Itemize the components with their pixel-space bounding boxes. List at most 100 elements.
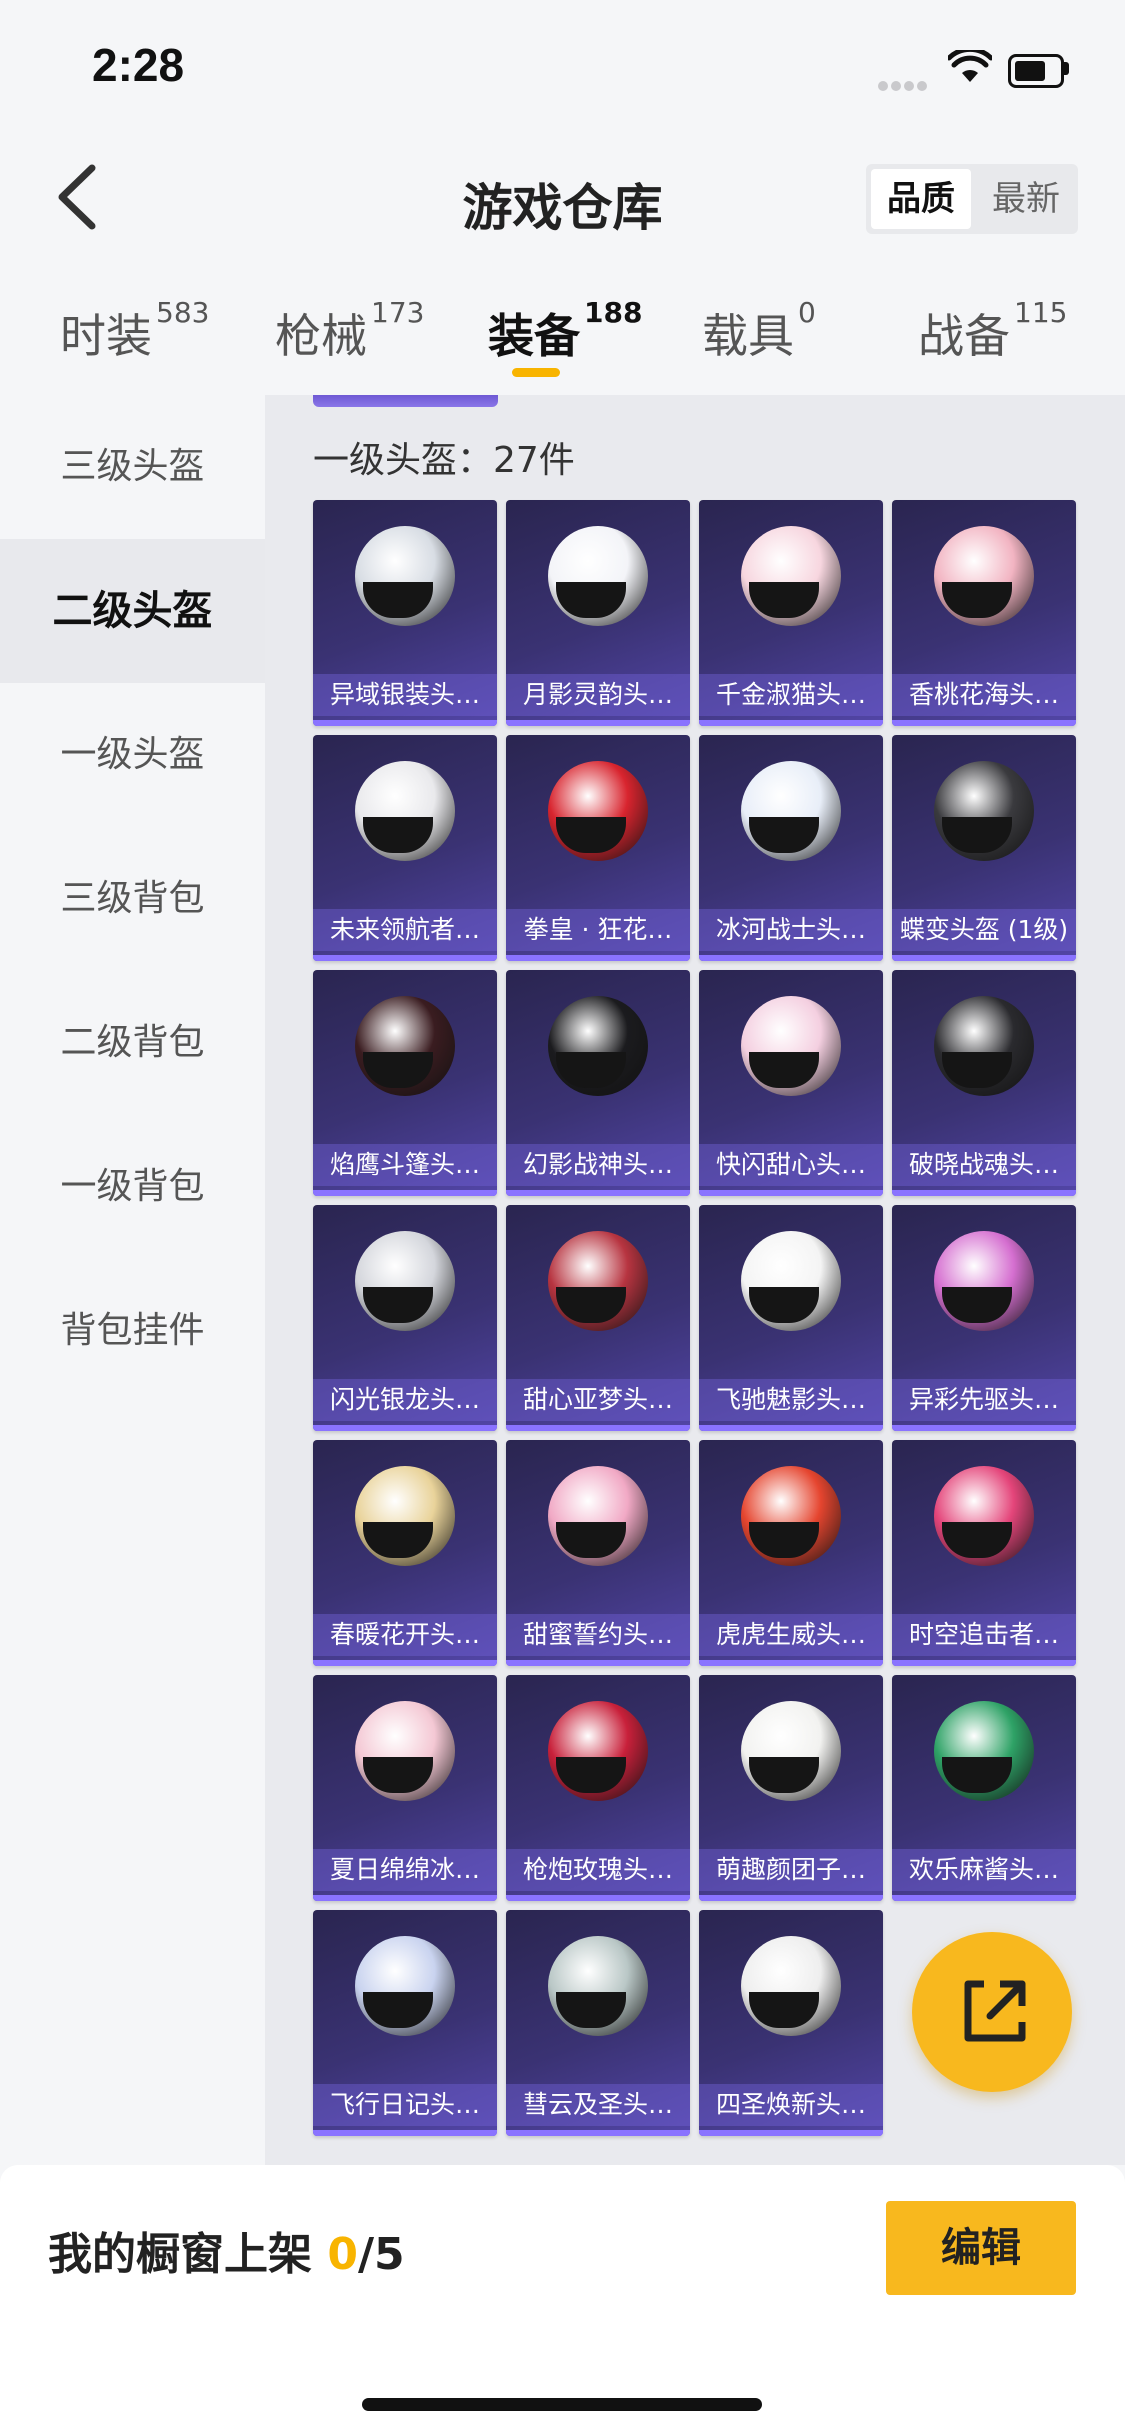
helmet-item-card[interactable]: 未来领航者… bbox=[313, 735, 497, 961]
helmet-item-card[interactable]: 彗云及圣头… bbox=[506, 1910, 690, 2136]
tab-label: 枪械 bbox=[275, 309, 367, 363]
sidebar-item-level2-helmet[interactable]: 二级头盔 bbox=[0, 539, 265, 683]
item-name: 闪光银龙头… bbox=[313, 1379, 497, 1421]
tab-count: 0 bbox=[798, 296, 816, 329]
helmet-item-card[interactable]: 冰河战士头… bbox=[699, 735, 883, 961]
item-name: 萌趣颜团子… bbox=[699, 1849, 883, 1891]
item-name: 夏日绵绵冰… bbox=[313, 1849, 497, 1891]
item-name: 破晓战魂头… bbox=[892, 1144, 1076, 1186]
sidebar-item-level1-backpack[interactable]: 一级背包 bbox=[0, 1115, 265, 1259]
share-button[interactable] bbox=[912, 1932, 1072, 2092]
tab-count: 115 bbox=[1014, 296, 1068, 329]
item-name: 异域银装头… bbox=[313, 674, 497, 716]
item-grid-area: 一级头盔：27件 异域银装头… 月影灵韵头… 千金淑猫头… 香桃花海头… 未来领航者… 拳… bbox=[265, 395, 1125, 2165]
helmet-item-card[interactable]: 枪炮玫瑰头… bbox=[506, 1675, 690, 1901]
helmet-item-card[interactable]: 焰鹰斗篷头… bbox=[313, 970, 497, 1196]
tab-label: 战备 bbox=[918, 309, 1010, 363]
showcase-label: 我的橱窗上架 bbox=[48, 2229, 328, 2280]
helmet-item-card[interactable]: 异彩先驱头… bbox=[892, 1205, 1076, 1431]
tab-count: 188 bbox=[584, 296, 643, 329]
item-name: 飞驰魅影头… bbox=[699, 1379, 883, 1421]
showcase-current-count: 0 bbox=[327, 2229, 358, 2280]
tab-label: 载具 bbox=[702, 309, 794, 363]
tab-count: 583 bbox=[156, 296, 210, 329]
helmet-item-card[interactable]: 异域银装头… bbox=[313, 500, 497, 726]
showcase-shelf-status: 我的橱窗上架 0/5 bbox=[48, 2218, 405, 2282]
item-name: 香桃花海头… bbox=[892, 674, 1076, 716]
tab-label: 时装 bbox=[60, 309, 152, 363]
helmet-item-card[interactable]: 春暖花开头… bbox=[313, 1440, 497, 1666]
helmet-item-card[interactable]: 甜心亚梦头… bbox=[506, 1205, 690, 1431]
sidebar-item-level3-backpack[interactable]: 三级背包 bbox=[0, 827, 265, 971]
sort-latest-button[interactable]: 最新 bbox=[976, 169, 1076, 229]
item-name: 异彩先驱头… bbox=[892, 1379, 1076, 1421]
item-name: 拳皇 · 狂花… bbox=[506, 909, 690, 951]
helmet-item-card[interactable]: 香桃花海头… bbox=[892, 500, 1076, 726]
item-name: 彗云及圣头… bbox=[506, 2084, 690, 2126]
battery-tip bbox=[1064, 62, 1069, 75]
battery-icon bbox=[1008, 54, 1064, 88]
section-title: 一级头盔：27件 bbox=[313, 440, 575, 481]
item-name: 焰鹰斗篷头… bbox=[313, 1144, 497, 1186]
item-name: 幻影战神头… bbox=[506, 1144, 690, 1186]
tab-fashion[interactable]: 时装 583 bbox=[60, 296, 209, 366]
edit-button[interactable]: 编辑 bbox=[886, 2201, 1076, 2295]
item-name: 千金淑猫头… bbox=[699, 674, 883, 716]
item-name: 未来领航者… bbox=[313, 909, 497, 951]
category-tabs: 时装 583 枪械 173 装备 188 载具 0 战备 115 bbox=[0, 285, 1125, 395]
helmet-item-card[interactable]: 月影灵韵头… bbox=[506, 500, 690, 726]
tab-vehicles[interactable]: 载具 0 bbox=[702, 296, 816, 366]
helmet-item-card[interactable]: 闪光银龙头… bbox=[313, 1205, 497, 1431]
helmet-item-card[interactable]: 飞驰魅影头… bbox=[699, 1205, 883, 1431]
item-name: 月影灵韵头… bbox=[506, 674, 690, 716]
helmet-item-card[interactable]: 破晓战魂头… bbox=[892, 970, 1076, 1196]
share-icon bbox=[964, 1980, 1026, 2042]
helmet-item-card[interactable]: 拳皇 · 狂花… bbox=[506, 735, 690, 961]
helmet-item-card[interactable]: 幻影战神头… bbox=[506, 970, 690, 1196]
item-name: 四圣焕新头… bbox=[699, 2084, 883, 2126]
item-name: 甜蜜誓约头… bbox=[506, 1614, 690, 1656]
item-name: 枪炮玫瑰头… bbox=[506, 1849, 690, 1891]
helmet-item-card[interactable]: 甜蜜誓约头… bbox=[506, 1440, 690, 1666]
tab-equipment[interactable]: 装备 188 bbox=[488, 296, 642, 366]
sidebar: 三级头盔 二级头盔 一级头盔 三级背包 二级背包 一级背包 背包挂件 bbox=[0, 395, 265, 2165]
home-indicator[interactable] bbox=[362, 2398, 762, 2411]
active-tab-indicator bbox=[512, 368, 560, 377]
helmet-item-card[interactable]: 四圣焕新头… bbox=[699, 1910, 883, 2136]
helmet-item-card[interactable]: 快闪甜心头… bbox=[699, 970, 883, 1196]
previous-card-edge bbox=[313, 395, 498, 407]
sidebar-item-level1-helmet[interactable]: 一级头盔 bbox=[0, 683, 265, 827]
helmet-item-card[interactable]: 虎虎生威头… bbox=[699, 1440, 883, 1666]
status-time: 2:28 bbox=[92, 39, 185, 91]
item-name: 飞行日记头… bbox=[313, 2084, 497, 2126]
sidebar-item-backpack-pendant[interactable]: 背包挂件 bbox=[0, 1259, 265, 1403]
bottom-bar: 我的橱窗上架 0/5 编辑 bbox=[0, 2165, 1125, 2436]
tab-count: 173 bbox=[371, 296, 425, 329]
helmet-item-card[interactable]: 蝶变头盔 (1级) bbox=[892, 735, 1076, 961]
item-name: 冰河战士头… bbox=[699, 909, 883, 951]
tab-label: 装备 bbox=[488, 309, 580, 363]
sidebar-item-level2-backpack[interactable]: 二级背包 bbox=[0, 971, 265, 1115]
helmet-item-card[interactable]: 时空追击者… bbox=[892, 1440, 1076, 1666]
tab-guns[interactable]: 枪械 173 bbox=[275, 296, 424, 366]
sort-quality-button[interactable]: 品质 bbox=[871, 169, 971, 229]
helmet-item-card[interactable]: 飞行日记头… bbox=[313, 1910, 497, 2136]
item-name: 蝶变头盔 (1级) bbox=[892, 909, 1076, 951]
wifi-icon bbox=[946, 46, 994, 88]
item-name: 春暖花开头… bbox=[313, 1614, 497, 1656]
helmet-item-card[interactable]: 夏日绵绵冰… bbox=[313, 1675, 497, 1901]
cellular-signal-icon bbox=[878, 76, 930, 95]
helmet-item-card[interactable]: 欢乐麻酱头… bbox=[892, 1675, 1076, 1901]
item-name: 时空追击者… bbox=[892, 1614, 1076, 1656]
helmet-item-card[interactable]: 萌趣颜团子… bbox=[699, 1675, 883, 1901]
sidebar-item-level3-helmet[interactable]: 三级头盔 bbox=[0, 395, 265, 539]
sort-toggle: 品质 最新 bbox=[866, 164, 1078, 234]
helmet-item-card[interactable]: 千金淑猫头… bbox=[699, 500, 883, 726]
item-name: 快闪甜心头… bbox=[699, 1144, 883, 1186]
item-name: 甜心亚梦头… bbox=[506, 1379, 690, 1421]
tab-supplies[interactable]: 战备 115 bbox=[918, 296, 1067, 366]
status-bar: 2:28 bbox=[0, 0, 1125, 135]
item-name: 虎虎生威头… bbox=[699, 1614, 883, 1656]
showcase-total-count: /5 bbox=[357, 2229, 405, 2280]
item-name: 欢乐麻酱头… bbox=[892, 1849, 1076, 1891]
